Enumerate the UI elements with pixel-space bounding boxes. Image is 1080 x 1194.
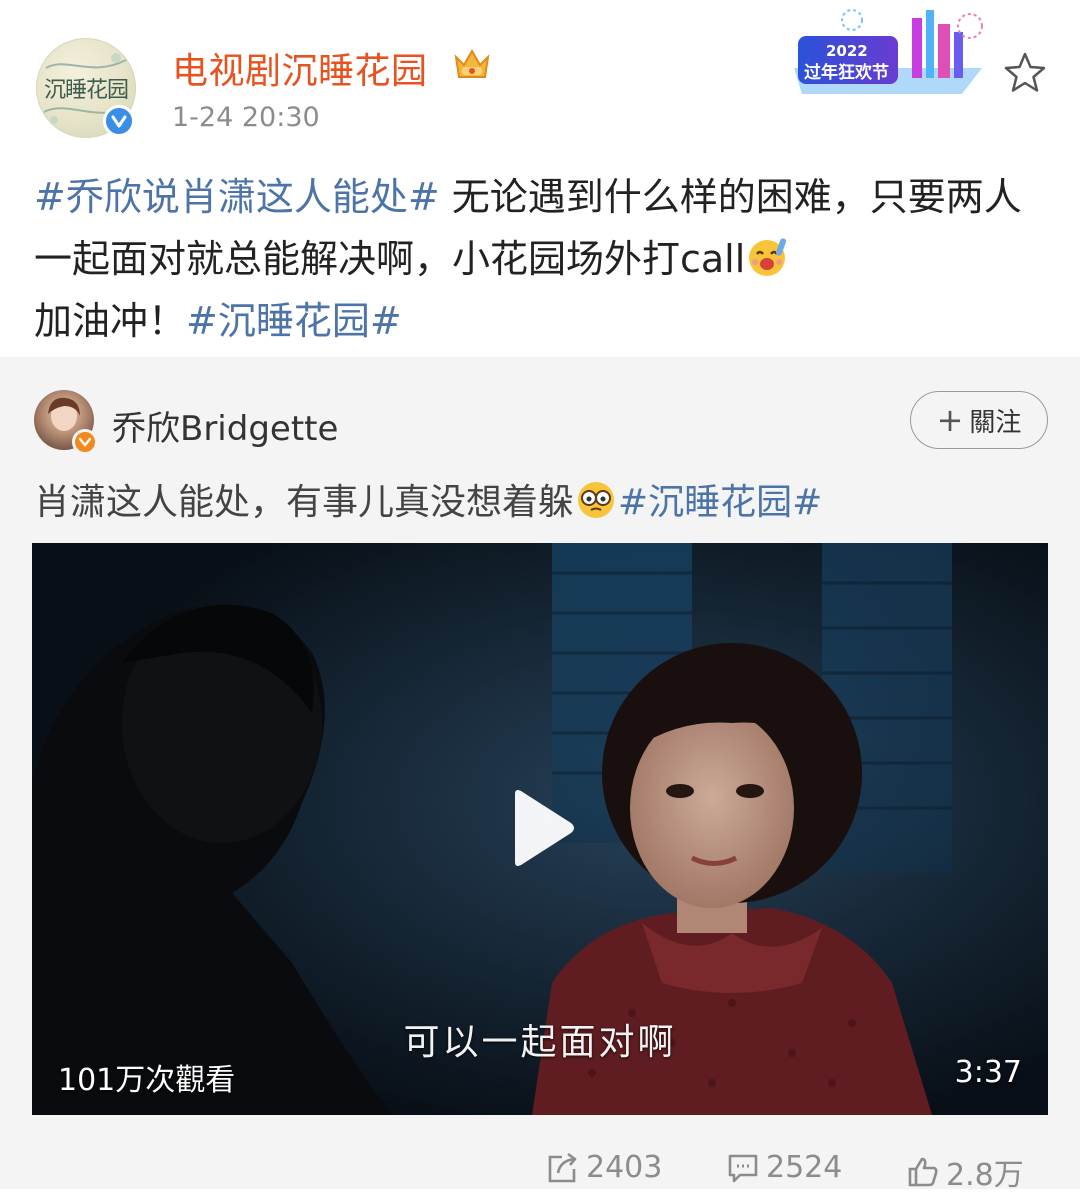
repost-button[interactable]: 2403: [546, 1150, 662, 1185]
star-icon[interactable]: [1002, 50, 1048, 96]
follow-label: 關注: [969, 407, 1022, 438]
like-button[interactable]: 2.8万: [906, 1150, 1024, 1194]
banner-text: 过年狂欢节: [804, 62, 889, 83]
repost-text: 肖潇这人能处，有事儿真没想着躲 #沉睡花园#: [34, 475, 822, 531]
play-icon[interactable]: [507, 788, 577, 868]
comment-button[interactable]: 2524: [726, 1150, 842, 1185]
post-timestamp: 1-24 20:30: [172, 102, 320, 133]
banner-year: 2022: [826, 42, 868, 60]
repost-count: 2403: [586, 1150, 663, 1185]
post-text: #乔欣说肖潇这人能处# 无论遇到什么样的困难，只要两人一起面对就总能解决啊，小花…: [34, 166, 1049, 352]
follow-button[interactable]: + 關注: [910, 391, 1048, 449]
crown-icon: [454, 48, 490, 78]
repost-author-name[interactable]: 乔欣Bridgette: [112, 401, 338, 450]
view-count: 101万次觀看: [58, 1063, 236, 1098]
repost-body-text: 肖潇这人能处，有事儿真没想着躲: [34, 482, 575, 523]
thumbs-up-icon: [908, 1157, 938, 1187]
post-body-text-2: 加油冲！: [34, 299, 187, 343]
verified-icon: [103, 105, 135, 137]
comment-count: 2524: [766, 1150, 843, 1185]
cheering-emoji-icon: [749, 238, 787, 276]
hashtag-link-2[interactable]: #沉睡花园#: [186, 299, 402, 343]
video-duration: 3:37: [954, 1055, 1022, 1090]
share-icon: [548, 1152, 577, 1182]
post-header: 沉睡花园 电视剧沉睡花园 1-24 20:30 2022 过年狂欢节: [0, 0, 1080, 150]
repost-verified-icon: [72, 429, 98, 455]
reposted-card[interactable]: 乔欣Bridgette + 關注 肖潇这人能处，有事儿真没想着躲 #沉睡花园#: [0, 357, 1080, 1193]
festival-banner[interactable]: 2022 过年狂欢节: [792, 8, 994, 94]
thinking-emoji-icon: [578, 482, 615, 518]
repost-hashtag-link[interactable]: #沉睡花园#: [618, 482, 822, 523]
like-count: 2.8万: [946, 1158, 1024, 1193]
avatar-text: 沉睡花园: [43, 78, 129, 103]
hashtag-link[interactable]: #乔欣说肖潇这人能处#: [34, 175, 440, 219]
plus-icon: +: [936, 401, 964, 439]
comment-icon: [728, 1154, 758, 1182]
account-name[interactable]: 电视剧沉睡花园: [172, 42, 428, 94]
video-player[interactable]: 可以一起面对啊 101万次觀看 3:37: [32, 543, 1048, 1115]
